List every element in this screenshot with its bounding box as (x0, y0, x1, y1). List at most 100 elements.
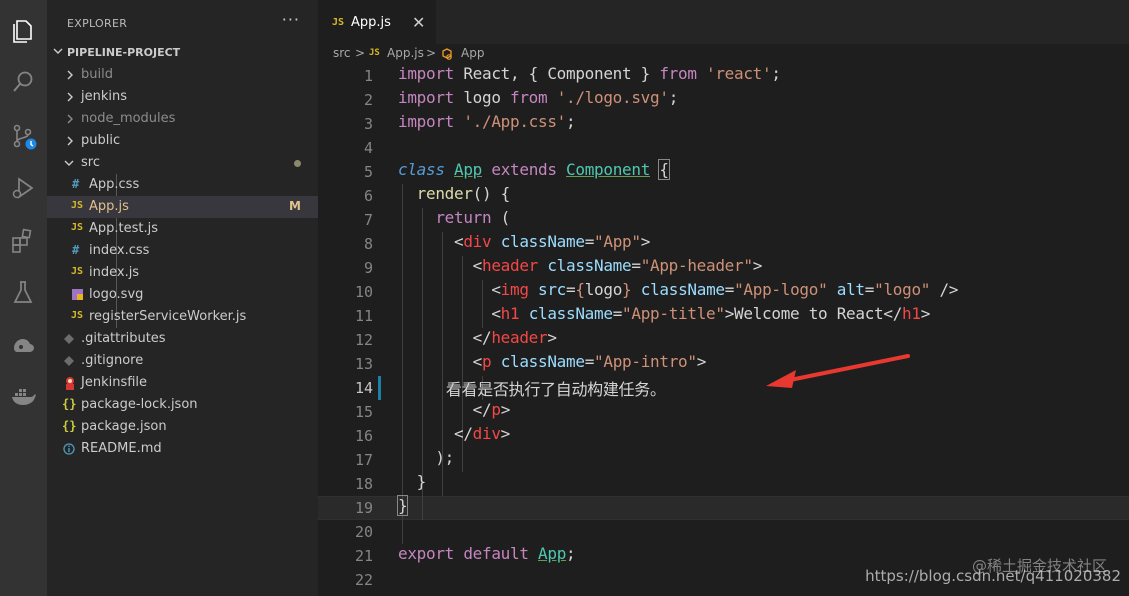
code-line-2: import logo from './logo.svg'; (398, 88, 679, 107)
breadcrumb-src[interactable]: src (333, 46, 351, 60)
watermark-url: https://blog.csdn.net/q411020382 (865, 567, 1121, 585)
tree-item-node-modules[interactable]: node_modules (47, 108, 318, 130)
line-number: 12 (354, 331, 373, 349)
tree-item-label: node_modules (81, 111, 176, 126)
code-line-9: <header className="App-header"> (398, 256, 763, 275)
annotation-arrow-icon (766, 354, 910, 388)
tree-item-label: package-lock.json (81, 397, 198, 412)
tree-item-build[interactable]: build (47, 64, 318, 86)
docker-icon[interactable] (9, 382, 37, 410)
explorer-title: EXPLORER (67, 17, 128, 30)
code-line-15: </p> (398, 400, 511, 419)
git-file-icon (64, 356, 74, 366)
line-number: 3 (363, 115, 373, 133)
chevron-right-icon (67, 92, 73, 102)
explorer-sidebar: EXPLORER ··· PIPELINE-PROJECT build jenk… (47, 0, 318, 596)
project-folder-header[interactable]: PIPELINE-PROJECT (47, 41, 318, 63)
breadcrumb-separator: > (426, 46, 437, 60)
code-line-10: <img src={logo} className="App-logo" alt… (398, 280, 959, 299)
line-number: 13 (354, 355, 373, 373)
tree-item-jenkins[interactable]: jenkins (47, 86, 318, 108)
line-number: 2 (363, 91, 373, 109)
tree-item-gitignore[interactable]: .gitignore (47, 350, 318, 372)
code-line-6: render() { (416, 184, 511, 203)
info-icon (63, 443, 75, 455)
tree-item-label: App.css (89, 177, 140, 192)
code-editor[interactable]: 1 2 3 4 5 6 7 8 9 10 11 12 13 14 15 16 1… (318, 64, 1129, 596)
line-number: 16 (354, 427, 373, 445)
tree-item-label: App.js (89, 199, 129, 214)
js-file-icon: JS (71, 310, 84, 321)
database-icon[interactable] (9, 330, 37, 358)
project-name: PIPELINE-PROJECT (67, 46, 181, 59)
tab-app-js[interactable]: JS App.js ✕ (318, 0, 436, 44)
css-file-icon: # (72, 243, 80, 257)
tree-item-index-css[interactable]: # index.css (47, 240, 318, 262)
tab-label: App.js (351, 15, 391, 30)
line-number: 1 (363, 67, 373, 85)
line-number: 17 (354, 451, 373, 469)
source-control-icon[interactable] (9, 122, 37, 150)
line-number: 4 (363, 139, 373, 157)
line-number: 7 (363, 211, 373, 229)
chevron-down-icon (53, 48, 63, 54)
tab-bar: JS App.js ✕ (318, 0, 1129, 44)
line-number: 5 (363, 163, 373, 181)
run-debug-icon[interactable] (9, 174, 37, 202)
more-actions-icon[interactable]: ··· (282, 10, 300, 29)
close-icon[interactable]: ✕ (412, 13, 425, 32)
tree-item-package-lock-json[interactable]: {} package-lock.json (47, 394, 318, 416)
line-number: 22 (354, 571, 373, 589)
line-number: 10 (354, 283, 373, 301)
js-file-icon: JS (369, 48, 380, 58)
tree-item-gitattributes[interactable]: .gitattributes (47, 328, 318, 350)
breadcrumb-app-js[interactable]: App.js (387, 46, 424, 60)
chevron-right-icon (67, 70, 73, 80)
search-icon[interactable] (9, 68, 37, 96)
tree-item-src[interactable]: src (47, 152, 318, 174)
json-file-icon: {} (62, 419, 77, 433)
git-file-icon (64, 334, 74, 344)
tree-item-public[interactable]: public (47, 130, 318, 152)
tree-item-readme-md[interactable]: README.md (47, 438, 318, 460)
testing-icon[interactable] (9, 278, 37, 306)
js-file-icon: JS (332, 17, 345, 28)
class-symbol-icon (442, 48, 452, 60)
files-icon[interactable] (9, 16, 37, 44)
code-line-18: } (398, 472, 427, 491)
tree-item-label: Jenkinsfile (81, 375, 148, 390)
extensions-icon[interactable] (9, 226, 37, 254)
code-line-19: } (396, 495, 409, 516)
tree-item-label: package.json (81, 419, 167, 434)
js-file-icon: JS (71, 200, 84, 211)
json-file-icon: {} (62, 397, 77, 411)
tree-item-index-js[interactable]: JS index.js (47, 262, 318, 284)
tree-item-app-js[interactable]: JS App.js M (47, 196, 318, 218)
tree-item-register-service-worker-js[interactable]: JS registerServiceWorker.js (47, 306, 318, 328)
code-line-17: ); (398, 448, 454, 467)
tree-item-app-test-js[interactable]: JS App.test.js (47, 218, 318, 240)
line-number: 21 (354, 547, 373, 565)
tree-item-label: jenkins (81, 89, 128, 104)
tree-item-label: README.md (81, 441, 162, 456)
modified-badge: M (289, 199, 301, 213)
code-line-11: <h1 className="App-title">Welcome to Rea… (398, 304, 931, 323)
tree-item-label: registerServiceWorker.js (89, 309, 247, 324)
line-number: 18 (354, 475, 373, 493)
css-file-icon: # (72, 177, 80, 191)
tree-item-app-css[interactable]: # App.css (47, 174, 318, 196)
tree-item-label: build (81, 67, 113, 82)
breadcrumb-app-class[interactable]: App (461, 46, 484, 60)
chevron-down-icon (64, 160, 74, 166)
line-number: 6 (363, 187, 373, 205)
jenkins-file-icon (66, 377, 74, 390)
line-number: 11 (354, 307, 373, 325)
code-line-12: </header> (398, 328, 557, 347)
code-line-14: 看看是否执行了自动构建任务。 (398, 380, 666, 399)
tree-item-package-json[interactable]: {} package.json (47, 416, 318, 438)
tree-item-label: .gitattributes (81, 331, 166, 346)
tree-item-jenkinsfile[interactable]: Jenkinsfile (47, 372, 318, 394)
code-line-1: import React, { Component } from 'react'… (398, 64, 781, 83)
tree-item-label: index.css (89, 243, 150, 258)
tree-item-logo-svg[interactable]: logo.svg (47, 284, 318, 306)
